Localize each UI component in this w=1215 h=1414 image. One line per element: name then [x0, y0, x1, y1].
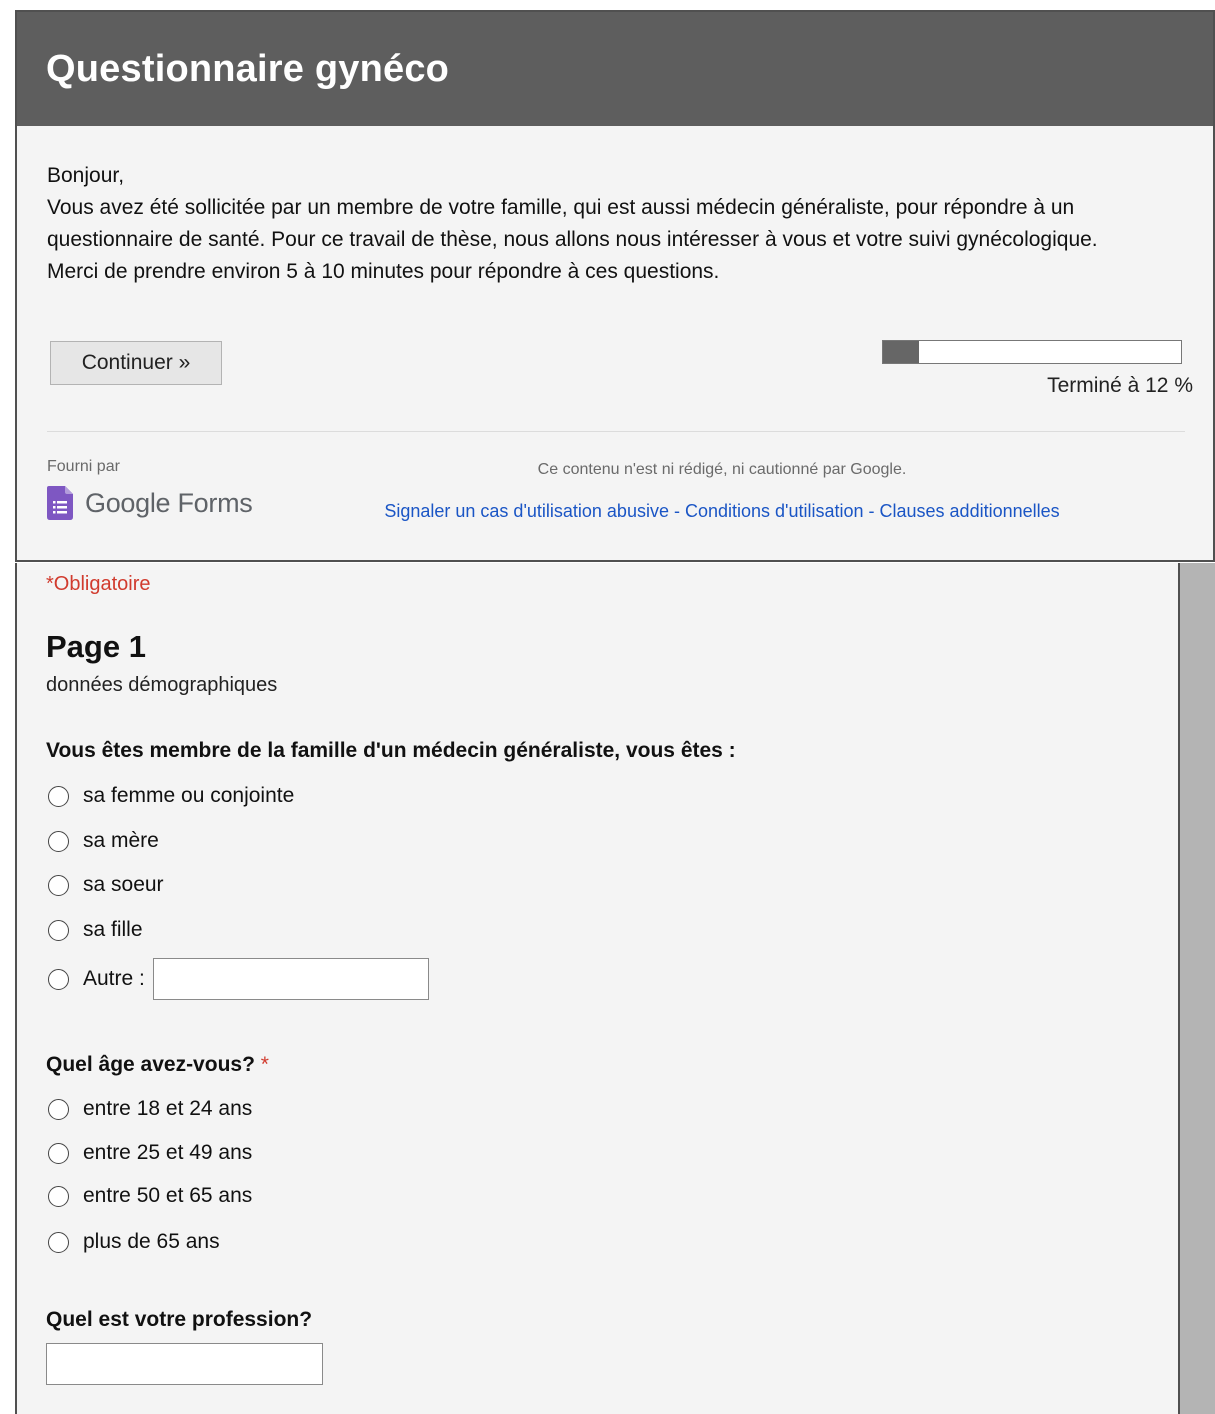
- profession-input[interactable]: [46, 1343, 323, 1385]
- link-separator: -: [668, 501, 685, 521]
- form-title: Questionnaire gynéco: [46, 48, 450, 90]
- question-title-text: Vous êtes membre de la famille d'un méde…: [46, 739, 736, 762]
- google-forms-icon: [47, 486, 73, 520]
- page-title: Page 1: [46, 629, 146, 664]
- page-background-side: [1180, 563, 1215, 1414]
- footer-links: Signaler un cas d'utilisation abusive - …: [327, 501, 1117, 522]
- intro-time-note: Merci de prendre environ 5 à 10 minutes …: [47, 260, 720, 283]
- progress-bar-fill: [883, 341, 919, 363]
- radio-button[interactable]: [48, 874, 69, 896]
- required-note: *Obligatoire: [46, 573, 151, 595]
- report-abuse-link[interactable]: Signaler un cas d'utilisation abusive: [384, 501, 669, 521]
- radio-button[interactable]: [48, 1185, 69, 1207]
- other-text-input[interactable]: [152, 958, 429, 1000]
- option-label: sa fille: [83, 918, 143, 941]
- option-label: sa femme ou conjointe: [83, 784, 295, 807]
- radio-button[interactable]: [48, 919, 69, 941]
- radio-option[interactable]: sa femme ou conjointe: [48, 784, 294, 808]
- page-description: données démographiques: [46, 674, 278, 696]
- google-forms-brand: Google Forms: [85, 487, 253, 518]
- option-label: plus de 65 ans: [83, 1230, 220, 1253]
- radio-option[interactable]: sa mère: [48, 829, 159, 853]
- progress-bar: [882, 340, 1182, 364]
- option-label: entre 25 et 49 ans: [83, 1141, 253, 1164]
- terms-link[interactable]: Conditions d'utilisation: [685, 501, 864, 521]
- form-header: Questionnaire gynéco: [17, 12, 1213, 126]
- radio-button[interactable]: [48, 785, 69, 807]
- progress-label: Terminé à 12 %: [1047, 374, 1193, 397]
- additional-terms-link[interactable]: Clauses additionnelles: [880, 501, 1060, 521]
- form-body: *Obligatoire Page 1 données démographiqu…: [15, 563, 1180, 1414]
- radio-option[interactable]: plus de 65 ans: [48, 1230, 220, 1254]
- option-label: entre 18 et 24 ans: [83, 1097, 253, 1120]
- continue-button[interactable]: Continuer »: [50, 341, 222, 385]
- radio-option[interactable]: entre 25 et 49 ans: [48, 1141, 252, 1165]
- option-label: sa soeur: [83, 873, 164, 896]
- provided-by-label: Fourni par: [47, 458, 120, 475]
- form-header-card: Questionnaire gynéco Bonjour, Vous avez …: [15, 10, 1215, 562]
- divider: [47, 431, 1185, 432]
- link-separator: -: [863, 501, 880, 521]
- question-title-text: Quel est votre profession?: [46, 1308, 313, 1331]
- radio-option[interactable]: sa fille: [48, 918, 143, 942]
- question-family-relation-title: Vous êtes membre de la famille d'un méde…: [46, 739, 736, 763]
- intro-paragraph: Vous avez été sollicitée par un membre d…: [47, 196, 1098, 251]
- question-age-title: Quel âge avez-vous? *: [46, 1053, 269, 1077]
- radio-button[interactable]: [48, 830, 69, 852]
- form-intro: Bonjour, Vous avez été sollicitée par un…: [47, 160, 1167, 288]
- radio-option[interactable]: sa soeur: [48, 873, 164, 897]
- option-label: sa mère: [83, 829, 159, 852]
- radio-button[interactable]: [48, 968, 69, 990]
- question-profession-title: Quel est votre profession?: [46, 1308, 312, 1332]
- radio-button[interactable]: [48, 1142, 69, 1164]
- disclaimer-text: Ce contenu n'est ni rédigé, ni cautionné…: [537, 461, 907, 478]
- option-label: entre 50 et 65 ans: [83, 1184, 253, 1207]
- radio-button[interactable]: [48, 1098, 69, 1120]
- intro-greeting: Bonjour,: [47, 164, 125, 187]
- required-asterisk: *: [260, 1053, 269, 1076]
- google-forms-logo[interactable]: Google Forms: [47, 486, 253, 520]
- question-title-text: Quel âge avez-vous?: [46, 1053, 255, 1076]
- radio-button[interactable]: [48, 1231, 69, 1253]
- radio-option[interactable]: entre 18 et 24 ans: [48, 1097, 252, 1121]
- radio-option[interactable]: entre 50 et 65 ans: [48, 1184, 252, 1208]
- radio-option-other[interactable]: Autre :: [48, 958, 429, 1000]
- option-label: Autre :: [83, 967, 145, 990]
